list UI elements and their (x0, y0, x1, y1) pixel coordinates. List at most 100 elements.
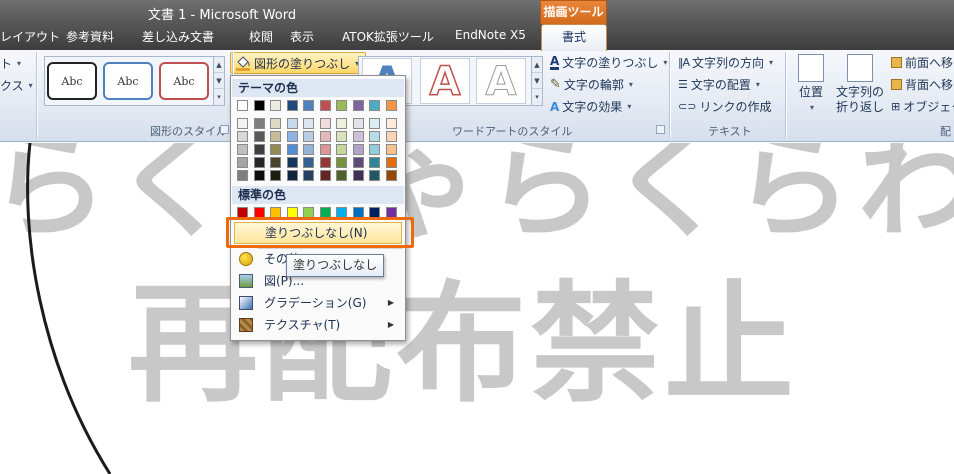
text-align-button[interactable]: ☰ 文字の配置 ▾ (678, 76, 760, 93)
send-backward-button[interactable]: 背面へ移 (891, 76, 953, 93)
shape-style-thumb-2[interactable]: Abc (103, 62, 153, 100)
theme-shade-swatch[interactable] (303, 157, 314, 168)
gallery-more-icon[interactable]: ▾ (532, 89, 542, 105)
theme-shade-swatch[interactable] (319, 144, 331, 155)
theme-color-swatch[interactable] (237, 100, 248, 111)
theme-color-swatch[interactable] (352, 100, 364, 111)
selected-shape-outline[interactable] (0, 143, 954, 474)
selection-pane-button[interactable]: ⊞ オブジェク (891, 98, 954, 115)
tab-atok[interactable]: ATOK拡張ツール (342, 28, 434, 45)
theme-shade-swatch[interactable] (352, 131, 364, 142)
left-item-2[interactable]: クス ▾ (0, 77, 33, 94)
theme-shade-swatch[interactable] (319, 170, 331, 181)
theme-shade-swatch[interactable] (385, 144, 397, 155)
tab-endnote[interactable]: EndNote X5 (455, 28, 526, 42)
theme-color-swatch[interactable] (369, 100, 380, 111)
tab-mailings[interactable]: 差し込み文書 (142, 28, 214, 45)
shape-styles-launcher[interactable] (220, 125, 229, 134)
theme-shade-swatch[interactable] (336, 144, 347, 155)
wrap-text-button[interactable]: 文字列の 折り返し (834, 52, 886, 115)
theme-shade-swatch[interactable] (253, 170, 265, 181)
texture-menu-item[interactable]: テクスチャ(T) ▶ (234, 314, 402, 336)
theme-shade-swatch[interactable] (253, 144, 265, 155)
theme-shade-swatch[interactable] (286, 170, 298, 181)
text-effects-button[interactable]: A 文字の効果 ▾ (550, 98, 631, 115)
theme-shade-swatch[interactable] (352, 157, 364, 168)
theme-shade-swatch[interactable] (385, 118, 397, 129)
tab-references[interactable]: 参考資料 (66, 28, 114, 45)
theme-shade-swatch[interactable] (286, 131, 298, 142)
shape-style-gallery-scroll[interactable]: ▲ ▼ ▾ (213, 56, 225, 106)
theme-shade-swatch[interactable] (253, 157, 265, 168)
theme-color-swatch[interactable] (253, 100, 265, 111)
scroll-up-icon[interactable]: ▲ (532, 57, 542, 73)
left-item-1[interactable]: ト ▾ (0, 55, 21, 72)
scroll-down-icon[interactable]: ▼ (532, 73, 542, 89)
theme-shade-swatch[interactable] (286, 144, 298, 155)
gallery-more-icon[interactable]: ▾ (214, 89, 224, 105)
theme-color-swatch[interactable] (319, 100, 331, 111)
theme-shade-swatch[interactable] (336, 131, 347, 142)
wordart-gallery-scroll[interactable]: ▲ ▼ ▾ (531, 56, 543, 106)
position-button[interactable]: 位置 ▾ (794, 52, 828, 115)
theme-shade-swatch[interactable] (303, 118, 314, 129)
text-outline-button[interactable]: ✎ 文字の輪郭 ▾ (550, 76, 633, 93)
theme-shade-swatch[interactable] (385, 157, 397, 168)
theme-shade-swatch[interactable] (319, 157, 331, 168)
theme-shade-swatch[interactable] (352, 118, 364, 129)
theme-shade-swatch[interactable] (253, 118, 265, 129)
theme-shade-swatch[interactable] (270, 157, 281, 168)
theme-shade-swatch[interactable] (270, 170, 281, 181)
tab-view[interactable]: 表示 (290, 28, 314, 45)
theme-color-swatch[interactable] (303, 100, 314, 111)
theme-color-swatch[interactable] (286, 100, 298, 111)
theme-shade-swatch[interactable] (303, 170, 314, 181)
theme-shade-swatch[interactable] (352, 170, 364, 181)
theme-shade-swatch[interactable] (336, 157, 347, 168)
theme-shade-swatch[interactable] (336, 118, 347, 129)
theme-shade-swatch[interactable] (319, 131, 331, 142)
theme-shade-swatch[interactable] (352, 144, 364, 155)
theme-shade-swatch[interactable] (369, 144, 380, 155)
theme-shade-swatch[interactable] (385, 170, 397, 181)
theme-shade-swatch[interactable] (237, 118, 248, 129)
theme-shade-swatch[interactable] (369, 131, 380, 142)
gradient-menu-item[interactable]: グラデーション(G) ▶ (234, 292, 402, 314)
tab-layout[interactable]: レイアウト (0, 28, 60, 45)
theme-shade-swatch[interactable] (319, 118, 331, 129)
theme-shade-swatch[interactable] (253, 131, 265, 142)
create-link-button[interactable]: ⊂⊃ リンクの作成 (678, 98, 771, 115)
theme-shade-swatch[interactable] (369, 157, 380, 168)
wordart-thumb-2[interactable]: A (420, 58, 470, 106)
wordart-launcher[interactable] (656, 125, 665, 134)
theme-shade-swatch[interactable] (270, 118, 281, 129)
theme-shade-swatch[interactable] (303, 131, 314, 142)
theme-shade-swatch[interactable] (369, 118, 380, 129)
scroll-down-icon[interactable]: ▼ (214, 73, 224, 89)
theme-shade-swatch[interactable] (369, 170, 380, 181)
theme-shade-swatch[interactable] (237, 170, 248, 181)
wordart-thumb-3[interactable]: A (476, 58, 526, 106)
theme-color-swatch[interactable] (270, 100, 281, 111)
theme-shade-swatch[interactable] (270, 144, 281, 155)
theme-color-swatch[interactable] (385, 100, 397, 111)
theme-shade-swatch[interactable] (303, 144, 314, 155)
text-fill-button[interactable]: A 文字の塗りつぶし ▾ (550, 54, 667, 71)
tab-review[interactable]: 校閲 (249, 28, 273, 45)
theme-shade-swatch[interactable] (385, 131, 397, 142)
document-area[interactable]: らくちゃらくらわお.c 再配布禁止 (0, 143, 954, 474)
theme-shade-swatch[interactable] (286, 118, 298, 129)
shape-style-thumb-1[interactable]: Abc (47, 62, 97, 100)
theme-shade-swatch[interactable] (336, 170, 347, 181)
theme-shade-swatch[interactable] (237, 144, 248, 155)
theme-shade-swatch[interactable] (270, 131, 281, 142)
text-direction-button[interactable]: ‖A 文字列の方向 ▾ (678, 54, 773, 71)
theme-shade-swatch[interactable] (286, 157, 298, 168)
theme-shade-swatch[interactable] (237, 157, 248, 168)
theme-color-swatch[interactable] (336, 100, 347, 111)
shape-fill-button[interactable]: 図形の塗りつぶし ▾ (230, 52, 367, 74)
theme-shade-swatch[interactable] (237, 131, 248, 142)
scroll-up-icon[interactable]: ▲ (214, 57, 224, 73)
tab-format[interactable]: 書式 (541, 24, 607, 51)
shape-style-thumb-3[interactable]: Abc (159, 62, 209, 100)
